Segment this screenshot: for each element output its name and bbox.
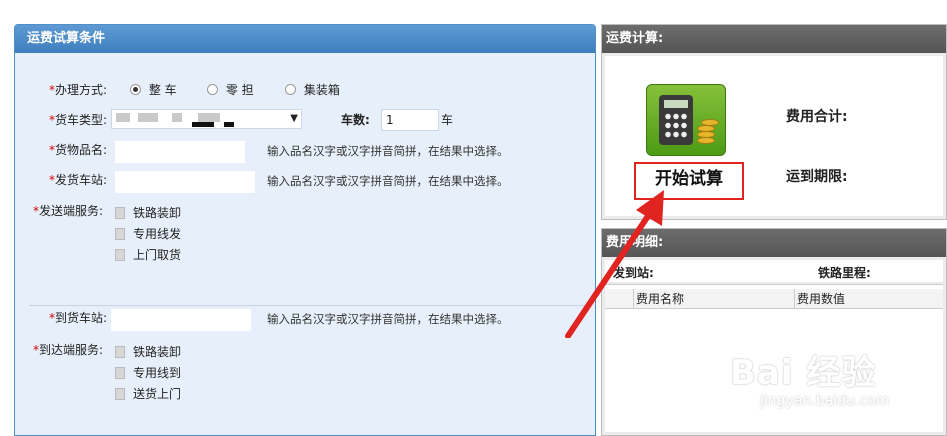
goods-label: 货物品名: xyxy=(54,143,107,157)
from-station-input[interactable] xyxy=(115,171,255,193)
checkbox-icon[interactable] xyxy=(115,228,125,240)
column-header-fee-value: 费用数值 xyxy=(794,289,944,309)
calc-panel-title: 运费计算: xyxy=(602,25,946,53)
chevron-down-icon[interactable]: ▼ xyxy=(290,108,298,130)
from-station-hint: 输入品名汉字或汉字拼音简拼，在结果中选择。 xyxy=(267,174,509,188)
from-station-label: 发货车站: xyxy=(54,173,107,187)
send-service-pickup[interactable]: 上门取货 xyxy=(115,244,181,266)
car-count-input[interactable]: 1 xyxy=(381,109,439,131)
panel-title: 运费试算条件 xyxy=(15,25,595,53)
goods-hint: 输入品名汉字或汉字拼音简拼，在结果中选择。 xyxy=(267,144,509,158)
deadline-label: 运到期限: xyxy=(786,169,848,185)
send-service-railway[interactable]: 铁路装卸 xyxy=(115,202,181,224)
from-station-row: *发货车站: 输入品名汉字或汉字拼音简拼，在结果中选择。 xyxy=(15,169,595,193)
to-station-input[interactable] xyxy=(111,309,251,331)
send-service-row: *发送端服务: 铁路装卸 专用线发 上门取货 xyxy=(15,200,595,270)
arrive-service-row: *到达端服务: 铁路装卸 专用线到 送货上门 xyxy=(15,339,595,409)
checkbox-icon[interactable] xyxy=(115,367,125,379)
wagon-type-row: *货车类型: ▼ 车数: 1 车 xyxy=(15,109,595,131)
send-service-label: 发送端服务: xyxy=(38,204,103,218)
checkbox-icon[interactable] xyxy=(115,346,125,358)
wagon-type-label: 货车类型: xyxy=(54,113,107,127)
baidu-watermark: Bai 经验 xyxy=(730,353,877,393)
radio-less-than-carload[interactable]: 零 担 xyxy=(207,79,254,101)
checkbox-icon[interactable] xyxy=(115,388,125,400)
radio-whole-car[interactable]: 整 车 xyxy=(130,79,177,101)
checkbox-icon[interactable] xyxy=(115,249,125,261)
handle-mode-label: 办理方式: xyxy=(54,83,107,97)
checkbox-icon[interactable] xyxy=(115,207,125,219)
radio-icon xyxy=(285,84,296,95)
to-station-row: *到货车站: 输入品名汉字或汉字拼音简拼，在结果中选择。 xyxy=(15,307,595,331)
annotation-arrow xyxy=(565,190,664,338)
arrive-service-label: 到达端服务: xyxy=(38,343,103,357)
radio-icon xyxy=(207,84,218,95)
watermark-url: jingyan.baidu.com xyxy=(760,393,890,409)
car-count-unit: 车 xyxy=(441,113,454,127)
arrive-service-railway[interactable]: 铁路装卸 xyxy=(115,341,181,363)
section-divider xyxy=(29,305,589,306)
goods-row: *货物品名: 输入品名汉字或汉字拼音简拼，在结果中选择。 xyxy=(15,139,595,163)
radio-container[interactable]: 集装箱 xyxy=(285,79,340,101)
wagon-type-select[interactable]: ▼ xyxy=(111,109,302,129)
to-station-label: 到货车站: xyxy=(54,311,107,325)
radio-icon-selected xyxy=(130,84,141,95)
send-service-siding[interactable]: 专用线发 xyxy=(115,223,181,245)
car-count-label: 车数: xyxy=(341,113,370,127)
mileage-label: 铁路里程: xyxy=(818,266,871,280)
calculator-icon[interactable] xyxy=(646,84,726,156)
coin-icon xyxy=(697,137,715,144)
freight-conditions-panel: 运费试算条件 *办理方式: 整 车 零 担 集装箱 *货车类型: ▼ 车数: 1… xyxy=(14,24,596,436)
to-station-hint: 输入品名汉字或汉字拼音简拼，在结果中选择。 xyxy=(267,312,509,326)
arrive-service-delivery[interactable]: 送货上门 xyxy=(115,383,181,405)
total-fee-label: 费用合计: xyxy=(786,109,848,125)
goods-input[interactable] xyxy=(115,141,245,163)
arrive-service-siding[interactable]: 专用线到 xyxy=(115,362,181,384)
handle-mode-row: *办理方式: 整 车 零 担 集装箱 xyxy=(15,79,595,101)
